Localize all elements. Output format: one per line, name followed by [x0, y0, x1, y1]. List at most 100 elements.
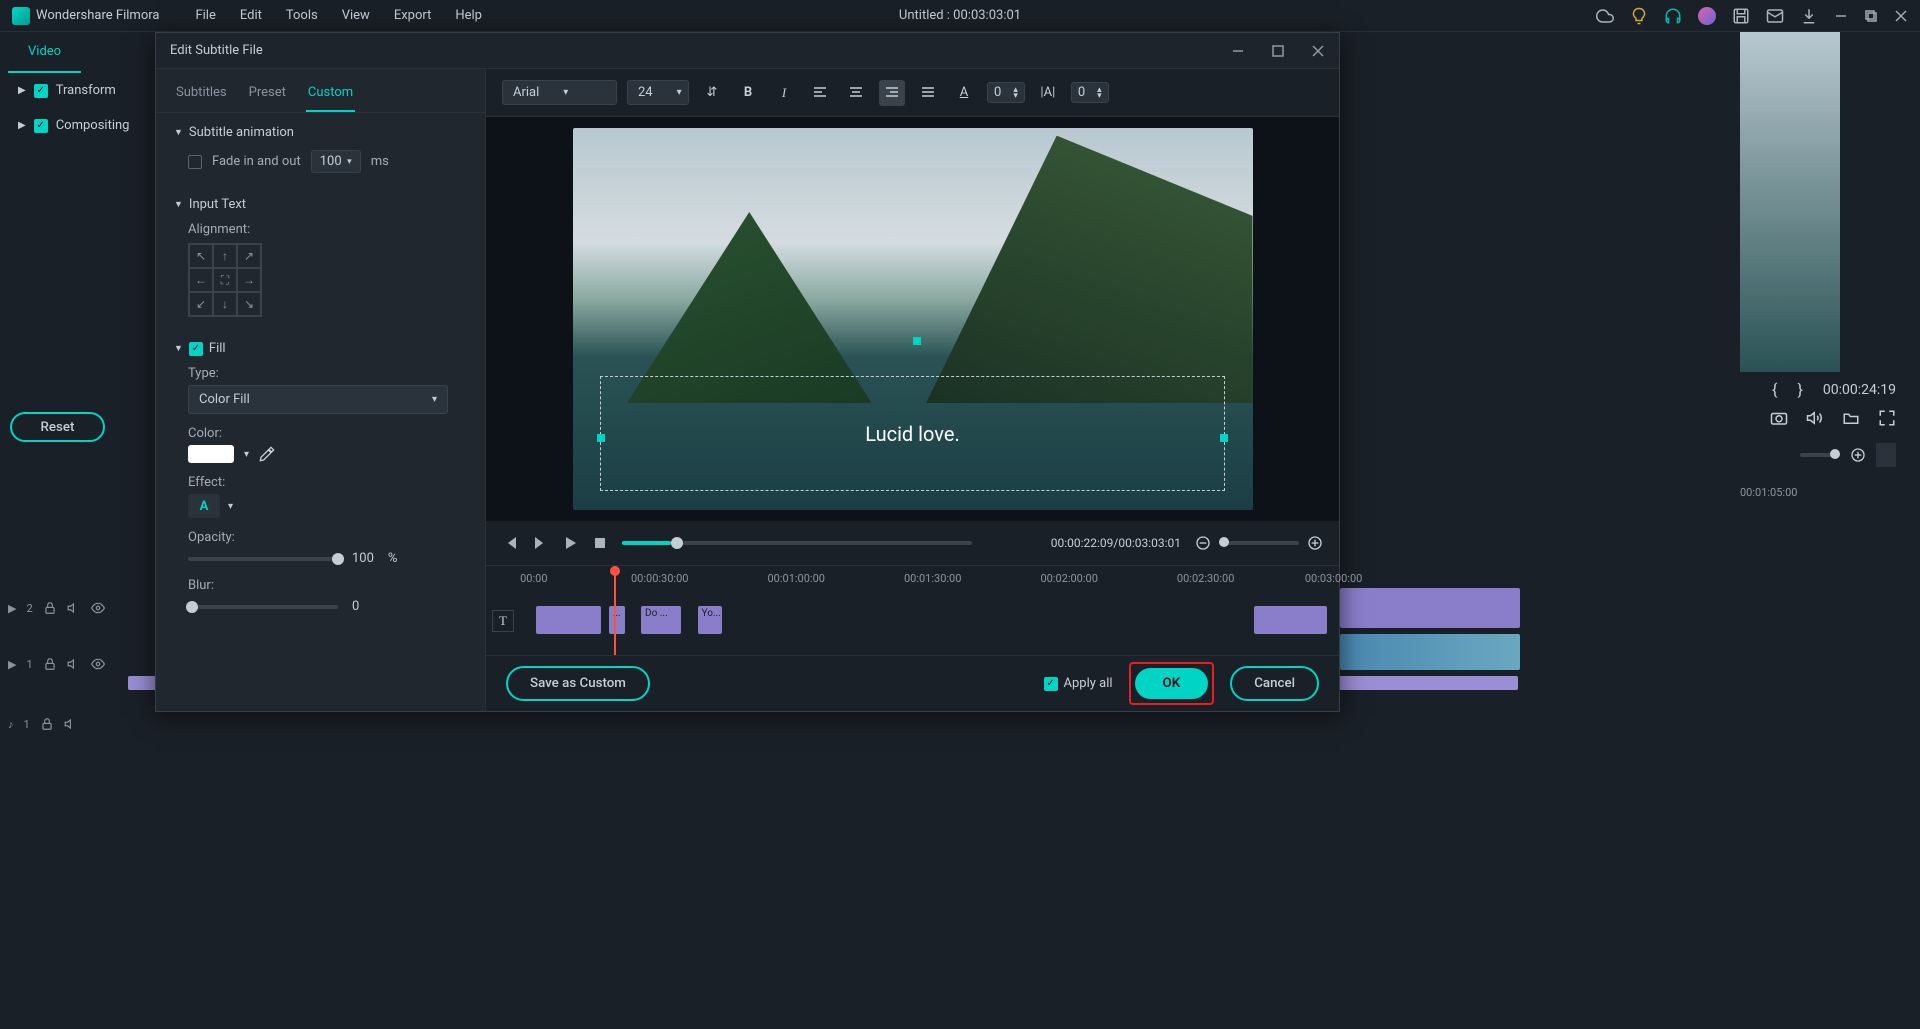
zoom-in-icon[interactable]: [1307, 535, 1323, 551]
line-height-icon[interactable]: ⇵: [699, 80, 725, 106]
align-right[interactable]: →: [237, 268, 261, 292]
opacity-slider[interactable]: [188, 557, 338, 561]
subtitle-clip[interactable]: ...: [609, 606, 625, 634]
align-top-left[interactable]: ↖: [189, 244, 213, 268]
align-left[interactable]: ←: [189, 268, 213, 292]
tab-custom[interactable]: Custom: [306, 79, 355, 112]
section-head-input-text[interactable]: ▼ Input Text: [174, 197, 467, 212]
apply-all-checkbox[interactable]: ✓ Apply all: [1044, 676, 1113, 691]
fill-type-dropdown[interactable]: Color Fill ▾: [188, 385, 448, 414]
dialog-close-icon[interactable]: [1311, 44, 1325, 58]
bg-track-head-text[interactable]: ▶2: [8, 588, 128, 628]
text-track-icon[interactable]: T: [492, 610, 514, 632]
lock-icon[interactable]: [43, 657, 57, 671]
brace-left-icon[interactable]: {: [1772, 380, 1777, 399]
subtitle-clip[interactable]: Yo...: [698, 606, 722, 634]
letter-spacing-input[interactable]: 0▴▾: [987, 82, 1025, 103]
section-head-animation[interactable]: ▼ Subtitle animation: [174, 125, 467, 140]
rotate-handle[interactable]: [913, 337, 921, 345]
eyedropper-icon[interactable]: [259, 446, 275, 462]
chevron-down-icon[interactable]: ▾: [244, 449, 249, 460]
text-color-button[interactable]: A: [951, 80, 977, 106]
lock-icon[interactable]: [43, 601, 57, 615]
playhead[interactable]: [614, 566, 616, 655]
align-right-button[interactable]: [879, 80, 905, 106]
download-icon[interactable]: [1800, 7, 1818, 25]
save-as-custom-button[interactable]: Save as Custom: [506, 666, 650, 701]
lock-icon[interactable]: [40, 717, 54, 731]
char-width-input[interactable]: 0▴▾: [1071, 82, 1109, 103]
brace-right-icon[interactable]: }: [1797, 380, 1802, 399]
save-icon[interactable]: [1732, 7, 1750, 25]
subtitle-clip[interactable]: [536, 606, 601, 634]
zoom-out-icon[interactable]: [1195, 535, 1211, 551]
fade-checkbox[interactable]: [188, 155, 202, 169]
close-icon[interactable]: [1894, 9, 1908, 23]
tab-video[interactable]: Video: [8, 32, 81, 73]
menu-file[interactable]: File: [183, 4, 227, 27]
bg-zoom-slider[interactable]: [1800, 453, 1840, 457]
font-select[interactable]: Arial▾: [502, 80, 617, 105]
menu-edit[interactable]: Edit: [228, 4, 274, 27]
speaker-icon[interactable]: [1806, 409, 1824, 427]
sidebar-item-compositing[interactable]: ▶ ✓ Compositing: [0, 108, 155, 143]
camera-icon[interactable]: [1770, 409, 1788, 427]
blur-slider[interactable]: [188, 605, 338, 609]
bg-text-clip[interactable]: [1340, 588, 1520, 628]
color-swatch[interactable]: [188, 445, 234, 463]
mute-icon[interactable]: [64, 717, 78, 731]
section-head-fill[interactable]: ▼ ✓ Fill: [174, 341, 467, 356]
lightbulb-icon[interactable]: [1630, 7, 1648, 25]
headphones-icon[interactable]: [1664, 7, 1682, 25]
folder-icon[interactable]: [1842, 409, 1860, 427]
align-top-right[interactable]: ↗: [237, 244, 261, 268]
bold-button[interactable]: B: [735, 80, 761, 106]
checkbox-on-icon[interactable]: ✓: [34, 119, 48, 133]
bg-fit-icon[interactable]: [1876, 443, 1896, 467]
menu-export[interactable]: Export: [382, 4, 444, 27]
mute-icon[interactable]: [67, 657, 81, 671]
align-bottom-left[interactable]: ↙: [189, 292, 213, 316]
menu-view[interactable]: View: [330, 4, 382, 27]
fill-enable-checkbox[interactable]: ✓: [189, 342, 203, 356]
sidebar-item-transform[interactable]: ▶ ✓ Transform: [0, 73, 155, 108]
align-left-button[interactable]: [807, 80, 833, 106]
step-back-icon[interactable]: [532, 535, 548, 551]
ok-button[interactable]: OK: [1135, 668, 1209, 699]
align-bottom[interactable]: ↓: [213, 292, 237, 316]
mini-track[interactable]: ... Do ... Yo...: [520, 606, 1327, 638]
mail-icon[interactable]: [1766, 7, 1784, 25]
subtitle-clip[interactable]: Do ...: [641, 606, 681, 634]
menu-help[interactable]: Help: [443, 4, 494, 27]
zoom-in-icon[interactable]: [1850, 447, 1866, 463]
align-center-button[interactable]: [843, 80, 869, 106]
italic-button[interactable]: I: [771, 80, 797, 106]
chevron-down-icon[interactable]: ▾: [228, 501, 233, 512]
align-bottom-right[interactable]: ↘: [237, 292, 261, 316]
zoom-slider[interactable]: [1219, 541, 1299, 545]
bg-track-head-video[interactable]: ▶1: [8, 644, 128, 684]
bg-video-clip[interactable]: [1340, 634, 1520, 670]
tab-subtitles[interactable]: Subtitles: [174, 79, 229, 112]
maximize-icon[interactable]: [1864, 9, 1878, 23]
cancel-button[interactable]: Cancel: [1230, 666, 1319, 701]
mute-icon[interactable]: [67, 601, 81, 615]
cloud-icon[interactable]: [1596, 7, 1614, 25]
eye-icon[interactable]: [91, 657, 105, 671]
align-center[interactable]: ⛶: [213, 268, 237, 292]
resize-handle[interactable]: [597, 434, 605, 442]
font-size-select[interactable]: 24▾: [627, 80, 689, 105]
fade-duration-input[interactable]: 100▾: [311, 150, 361, 173]
stop-icon[interactable]: [592, 535, 608, 551]
dialog-maximize-icon[interactable]: [1271, 44, 1285, 58]
menu-tools[interactable]: Tools: [274, 4, 330, 27]
char-width-icon[interactable]: |A|: [1035, 80, 1061, 106]
dialog-minimize-icon[interactable]: [1231, 44, 1245, 58]
tab-preset[interactable]: Preset: [247, 79, 288, 112]
reset-button[interactable]: Reset: [10, 412, 105, 442]
prev-frame-icon[interactable]: [502, 535, 518, 551]
eye-icon[interactable]: [91, 601, 105, 615]
play-icon[interactable]: [562, 535, 578, 551]
avatar-icon[interactable]: [1698, 7, 1716, 25]
resize-handle[interactable]: [1220, 434, 1228, 442]
